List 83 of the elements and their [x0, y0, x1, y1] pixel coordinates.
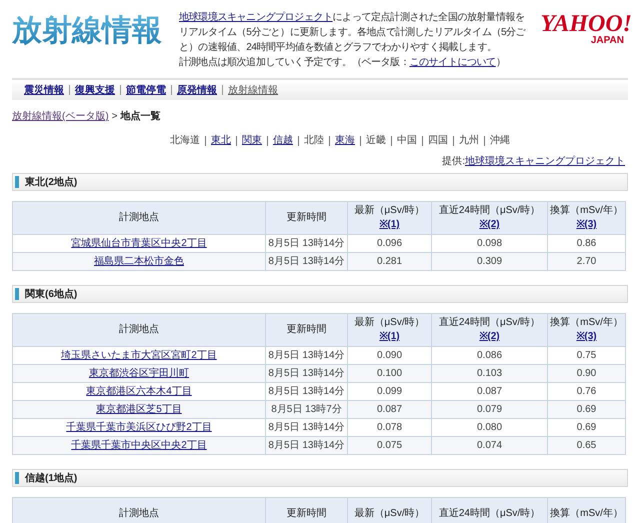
- note-link[interactable]: ※(3): [576, 218, 597, 232]
- region-link[interactable]: 信越: [273, 133, 293, 148]
- table-cell: 8月5日 13時14分: [268, 422, 345, 433]
- column-label: 直近24時間（μSv/時）: [438, 507, 540, 521]
- region-label: 四国: [428, 134, 448, 148]
- table-cell: 0.65: [576, 440, 596, 451]
- intro-text: 地球環境スキャニングプロジェクト によって定点計測された全国の放射量情報をリアルタイム（5分ごと）に更新します。各地点で計測したリアルタイム（5分ごと）の速報値、24時間平均値を数値とグラフでわかりやすく掲載します。 計測地点は順次追加していく予定です。（ベータ版：このサイトについて）: [179, 10, 526, 70]
- region-label: 九州: [459, 134, 479, 148]
- table-cell: 0.309: [476, 256, 502, 267]
- table-cell: 2.70: [576, 256, 596, 267]
- section-title: 関東(6地点): [25, 288, 78, 302]
- column-label: 計測地点: [119, 323, 159, 337]
- logo-name: YAHOO!: [540, 12, 632, 36]
- section-title: 信越(1地点): [25, 472, 78, 486]
- provider-label: 提供:: [442, 155, 465, 169]
- nav-link[interactable]: 復興支援: [75, 82, 115, 98]
- breadcrumb-link[interactable]: 放射線情報(ベータ版): [12, 109, 109, 124]
- column-label: 最新（μSv/時）: [354, 507, 425, 521]
- table-cell: 0.080: [476, 422, 502, 433]
- region-link[interactable]: 東北: [211, 133, 231, 148]
- table-cell: 0.098: [476, 238, 502, 249]
- logo-sub: JAPAN: [590, 36, 624, 46]
- table-cell: 8月5日 13時14分: [268, 256, 345, 267]
- table-cell: 0.096: [376, 238, 402, 249]
- table-cell: 0.76: [576, 386, 596, 397]
- note-link[interactable]: ※(2): [479, 330, 500, 344]
- column-label: 最新（μSv/時）: [354, 316, 425, 330]
- table-cell: 0.86: [576, 238, 596, 249]
- column-label: 更新時間: [286, 323, 326, 337]
- table-cell: 8月5日 13時14分: [268, 368, 345, 379]
- region-label: 沖縄: [490, 134, 510, 148]
- column-label: 最新（μSv/時）: [354, 204, 425, 218]
- region-label: 北陸: [304, 134, 324, 148]
- column-label: 計測地点: [119, 507, 159, 521]
- region-link[interactable]: 東海: [335, 133, 355, 148]
- region-link[interactable]: 関東: [242, 133, 262, 148]
- logo[interactable]: YAHOO! JAPAN: [540, 12, 632, 46]
- nav-link[interactable]: 節電停電: [126, 82, 166, 98]
- note-link[interactable]: ※(1): [379, 330, 400, 344]
- table-cell: 8月5日 13時14分: [268, 350, 345, 361]
- table-cell: 0.103: [476, 368, 502, 379]
- region-label: 近畿: [366, 134, 386, 148]
- table-cell: 8月5日 13時14分: [268, 440, 345, 451]
- table-cell: 0.087: [376, 404, 402, 415]
- section-title: 東北(2地点): [25, 176, 78, 190]
- column-label: 更新時間: [286, 507, 326, 521]
- table-cell: 0.69: [576, 404, 596, 415]
- note-link[interactable]: ※(2): [479, 218, 500, 232]
- breadcrumb-separator: >: [112, 110, 118, 124]
- table-cell: 0.086: [476, 350, 502, 361]
- region-label: 中国: [397, 134, 417, 148]
- column-label: 換算（mSv/年）: [550, 507, 623, 521]
- region-label: 北海道: [170, 134, 200, 148]
- intro-link[interactable]: このサイトについて: [409, 57, 496, 68]
- nav-link[interactable]: 放射線情報: [228, 82, 278, 98]
- column-label: 計測地点: [119, 211, 159, 225]
- provider-link[interactable]: 地球環境スキャニングプロジェクト: [465, 154, 625, 169]
- table-cell: 0.69: [576, 422, 596, 433]
- table-cell: 0.079: [476, 404, 502, 415]
- table-cell: 8月5日 13時14分: [268, 386, 345, 397]
- table-cell: 0.90: [576, 368, 596, 379]
- table-cell: 0.075: [376, 440, 402, 451]
- table-cell: 8月5日 13時7分: [271, 404, 342, 415]
- table-cell: 8月5日 13時14分: [268, 238, 345, 249]
- column-label: 直近24時間（μSv/時）: [438, 204, 540, 218]
- table-cell: 0.281: [376, 256, 402, 267]
- table-cell: 0.75: [576, 350, 596, 361]
- intro-link[interactable]: 地球環境スキャニングプロジェクト: [179, 12, 333, 23]
- table-cell: 0.100: [376, 368, 402, 379]
- table-cell: 0.099: [376, 386, 402, 397]
- table-cell: 0.074: [476, 440, 502, 451]
- column-label: 更新時間: [286, 211, 326, 225]
- nav-link[interactable]: 震災情報: [24, 82, 64, 98]
- note-link[interactable]: ※(1): [379, 218, 400, 232]
- column-label: 直近24時間（μSv/時）: [438, 316, 540, 330]
- note-link[interactable]: ※(3): [576, 330, 597, 344]
- table-cell: 0.078: [376, 422, 402, 433]
- breadcrumb-current: 地点一覧: [120, 110, 161, 124]
- column-label: 換算（mSv/年）: [550, 316, 623, 330]
- table-cell: 0.087: [476, 386, 502, 397]
- table-cell: 0.090: [376, 350, 402, 361]
- nav-link[interactable]: 原発情報: [177, 82, 217, 98]
- column-label: 換算（mSv/年）: [550, 204, 623, 218]
